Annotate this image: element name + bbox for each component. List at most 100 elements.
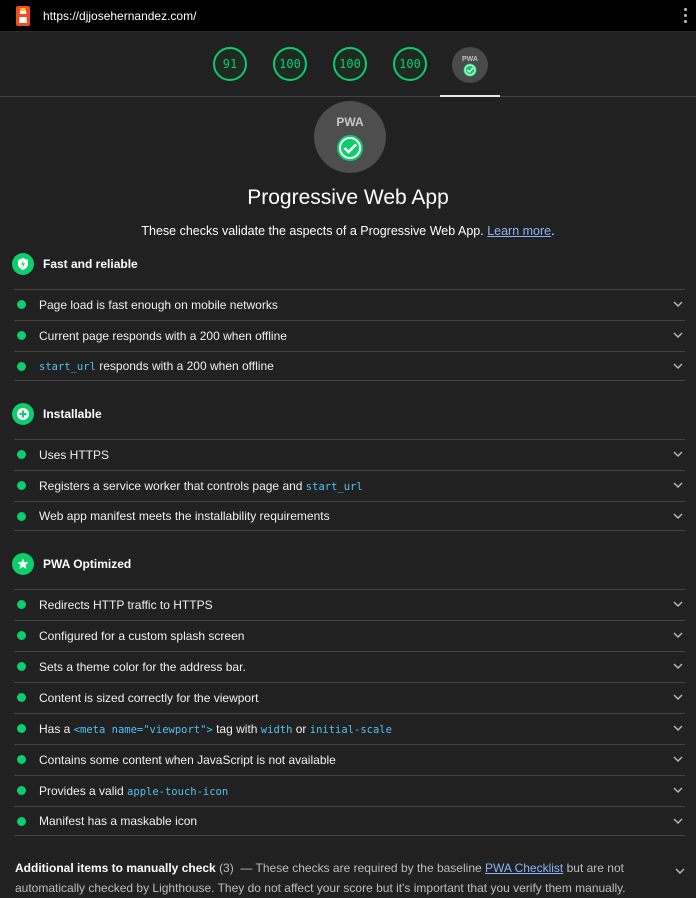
description-text: These checks validate the aspects of a P… [141, 224, 484, 238]
pass-indicator [17, 662, 26, 671]
audit-label-text: Has a [39, 721, 74, 736]
chevron-down-icon[interactable] [673, 754, 683, 764]
code-start-url: start_url [305, 480, 363, 493]
manual-checks-title: Additional items to manually check [15, 861, 216, 875]
category-title: Progressive Web App [247, 186, 449, 209]
lighthouse-logo-icon [16, 6, 30, 26]
pwa-badge-label: PWA [336, 115, 364, 129]
audit-label-text: or [292, 721, 310, 736]
pass-indicator [17, 361, 26, 371]
pass-indicator [17, 693, 26, 702]
gauge-score: 100 [339, 57, 361, 71]
chevron-down-icon[interactable] [673, 816, 683, 826]
chevron-down-icon[interactable] [673, 630, 683, 640]
manual-checks-section[interactable]: Additional items to manually check (3) —… [15, 858, 675, 898]
code-start-url: start_url [39, 361, 96, 373]
audit-row[interactable]: Registers a service worker that controls… [14, 470, 685, 500]
audit-label: Uses HTTPS [39, 447, 110, 462]
audit-row[interactable]: Has a <meta name="viewport"> tag with wi… [14, 713, 685, 743]
manual-checks-count: (3) [219, 861, 234, 875]
audit-row[interactable]: Contains some content when JavaScript is… [14, 744, 685, 774]
chevron-down-icon[interactable] [673, 330, 683, 340]
gauge-pwa[interactable]: PWA [452, 47, 488, 83]
chevron-down-icon[interactable] [673, 480, 683, 490]
chevron-down-icon[interactable] [673, 299, 683, 309]
active-tab-indicator [440, 95, 500, 97]
pass-indicator [17, 724, 26, 733]
audit-label: Configured for a custom splash screen [39, 628, 245, 643]
audit-label: Manifest has a maskable icon [39, 814, 198, 828]
pass-indicator [17, 631, 26, 640]
audit-row[interactable]: Configured for a custom splash screen [14, 620, 685, 650]
category-description: These checks validate the aspects of a P… [0, 224, 696, 238]
chevron-down-icon[interactable] [675, 866, 685, 876]
chevron-down-icon[interactable] [673, 511, 683, 521]
audit-row[interactable]: Redirects HTTP traffic to HTTPS [14, 589, 685, 619]
gauge-score: 100 [279, 57, 301, 71]
pass-indicator [17, 786, 26, 795]
pwa-checklist-link[interactable]: PWA Checklist [485, 861, 563, 875]
pwa-badge-icon: PWA [462, 56, 478, 77]
learn-more-link[interactable]: Learn more [487, 224, 551, 238]
chevron-down-icon[interactable] [673, 785, 683, 795]
chevron-down-icon[interactable] [673, 361, 683, 371]
shield-bolt-icon [12, 253, 34, 275]
chevron-down-icon[interactable] [673, 692, 683, 702]
gauge-accessibility[interactable]: 100 [273, 47, 307, 81]
star-icon [12, 553, 34, 575]
audit-label-text: Provides a valid [39, 783, 128, 798]
code-meta-viewport: <meta name="viewport"> [73, 723, 213, 736]
audit-row[interactable]: Sets a theme color for the address bar. [14, 651, 685, 681]
audit-row[interactable]: Page load is fast enough on mobile netwo… [14, 289, 685, 319]
pass-indicator [17, 300, 26, 309]
chevron-down-icon[interactable] [673, 599, 683, 609]
plus-circle-icon [12, 403, 34, 425]
audit-label: start_url responds with a 200 when offli… [39, 359, 274, 373]
audit-label: Redirects HTTP traffic to HTTPS [39, 597, 213, 612]
audit-label: Page load is fast enough on mobile netwo… [39, 297, 278, 312]
audit-row[interactable]: Web app manifest meets the installabilit… [14, 501, 685, 531]
gauge-seo[interactable]: 100 [393, 47, 427, 81]
pwa-badge-label: PWA [462, 56, 478, 63]
top-bar: https://djjosehernandez.com/ [0, 0, 696, 32]
pass-indicator [17, 755, 26, 764]
audit-label: Registers a service worker that controls… [39, 479, 363, 493]
audit-label: Content is sized correctly for the viewp… [39, 690, 259, 705]
group-title: PWA Optimized [43, 557, 132, 571]
code-apple-touch-icon: apple-touch-icon [127, 785, 229, 798]
gauge-performance[interactable]: 91 [213, 47, 247, 81]
audit-label: Contains some content when JavaScript is… [39, 752, 336, 767]
audit-label: Sets a theme color for the address bar. [39, 659, 246, 674]
description-period: . [551, 224, 555, 238]
audit-row[interactable]: Provides a valid apple-touch-icon [14, 775, 685, 805]
group-pwa-optimized: PWA Optimized [12, 552, 131, 576]
pass-indicator [17, 450, 26, 459]
audit-row[interactable]: Content is sized correctly for the viewp… [14, 682, 685, 712]
code-width: width [260, 723, 293, 736]
manual-checks-text: These checks are required by the baselin… [255, 861, 482, 875]
group-installable: Installable [12, 402, 102, 426]
pwa-badge-icon: PWA [336, 115, 364, 161]
gauge-score: 91 [222, 57, 238, 71]
score-gauges: 91 100 100 100 PWA [0, 33, 696, 97]
manual-checks-dash: — [240, 861, 253, 875]
audit-row[interactable]: Current page responds with a 200 when of… [14, 320, 685, 350]
group-fast-and-reliable: Fast and reliable [12, 252, 138, 276]
code-initial-scale: initial-scale [309, 723, 392, 736]
more-vert-icon[interactable] [684, 8, 688, 26]
audit-row[interactable]: Uses HTTPS [14, 439, 685, 469]
pass-indicator [17, 511, 26, 521]
chevron-down-icon[interactable] [673, 661, 683, 671]
chevron-down-icon[interactable] [673, 449, 683, 459]
audit-label: Provides a valid apple-touch-icon [39, 784, 228, 798]
audit-label-text: tag with [212, 721, 261, 736]
audit-row[interactable]: start_url responds with a 200 when offli… [14, 351, 685, 381]
pass-indicator [17, 600, 26, 609]
group-title: Fast and reliable [43, 257, 138, 271]
gauge-score: 100 [399, 57, 421, 71]
chevron-down-icon[interactable] [673, 723, 683, 733]
audit-label-text: Registers a service worker that controls… [39, 478, 306, 493]
audit-label: Web app manifest meets the installabilit… [39, 509, 330, 523]
audit-row[interactable]: Manifest has a maskable icon [14, 806, 685, 836]
gauge-best-practices[interactable]: 100 [333, 47, 367, 81]
